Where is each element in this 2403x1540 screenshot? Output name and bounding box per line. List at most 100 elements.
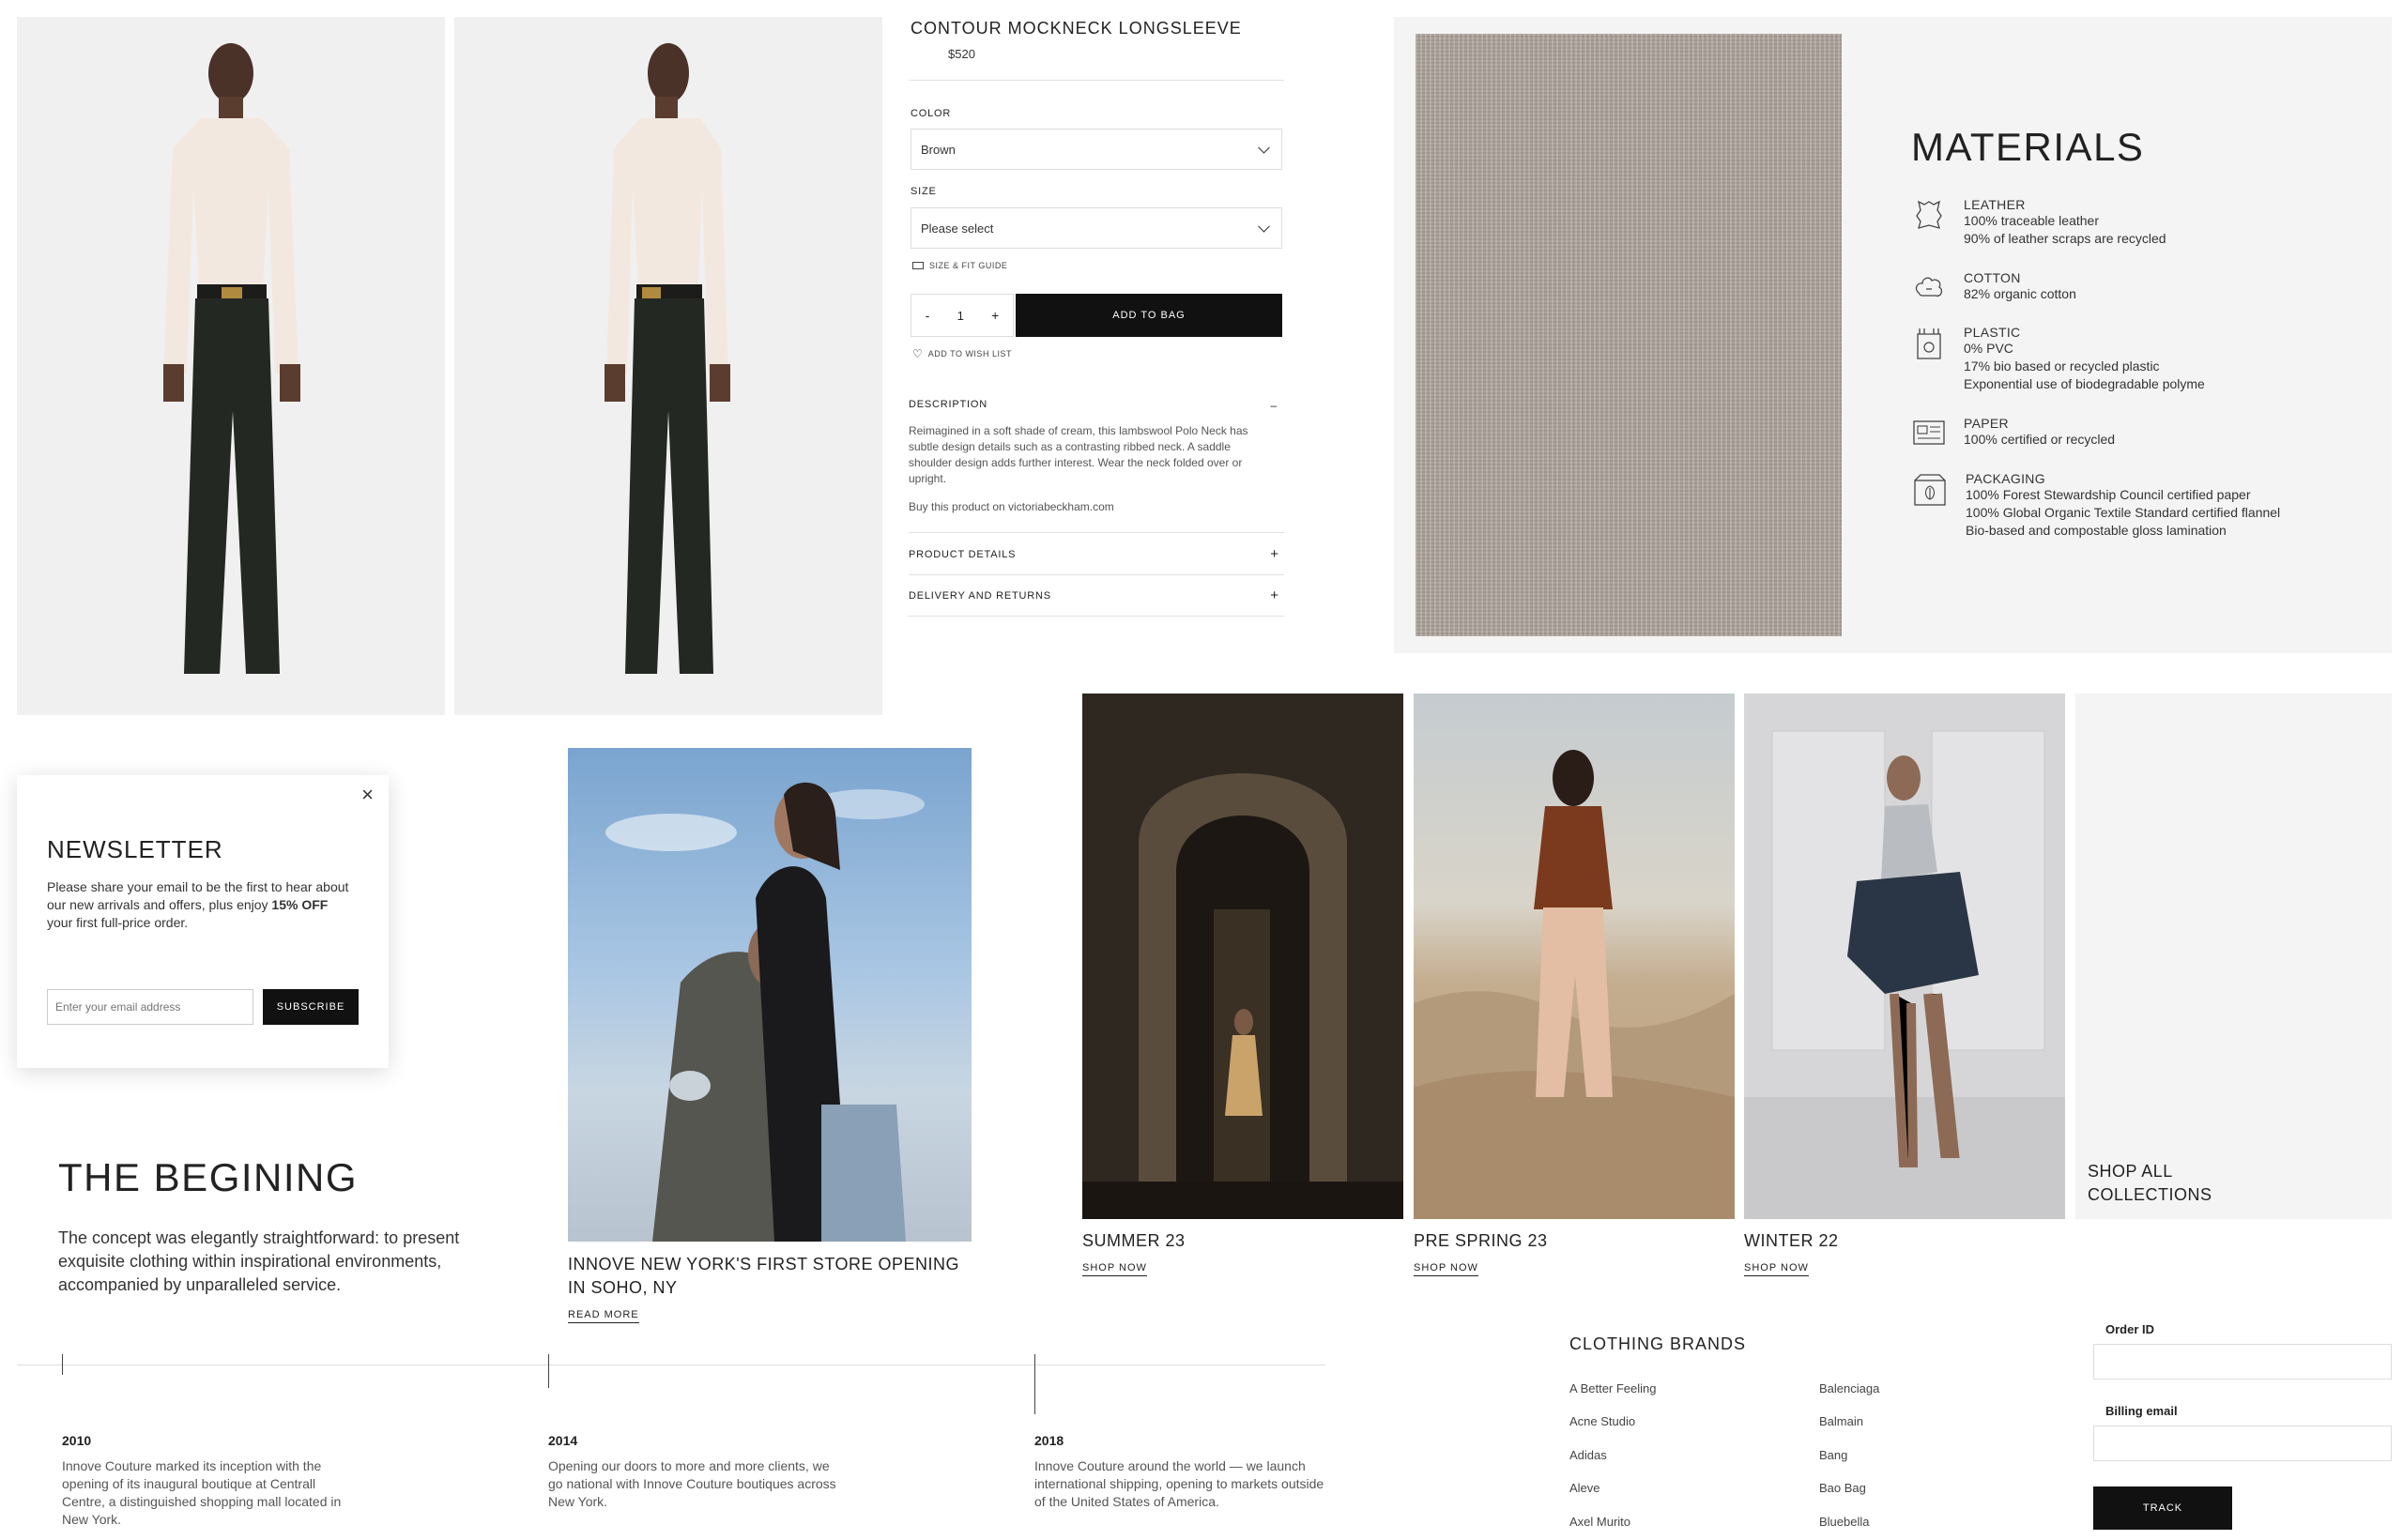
wishlist-link[interactable]: ♡ ADD TO WISH LIST (912, 348, 1012, 359)
qty-value[interactable]: 1 (957, 309, 964, 323)
cotton-icon (1915, 277, 1943, 297)
read-more-link[interactable]: READ MORE (568, 1309, 639, 1323)
divider (909, 574, 1284, 575)
chevron-down-icon (1258, 141, 1270, 154)
collection-title-pre-spring: PRE SPRING 23 (1414, 1231, 1548, 1250)
fabric-swatch-image (1416, 34, 1842, 636)
brand-link[interactable]: Bluebella (1819, 1515, 1870, 1529)
shop-all-collections-link[interactable]: SHOP ALL COLLECTIONS (2088, 1160, 2275, 1207)
shop-now-link-summer[interactable]: SHOP NOW (1082, 1262, 1147, 1276)
color-select[interactable]: Brown (911, 129, 1282, 170)
material-item-plastic: PLASTIC 0% PVC 17% bio based or recycled… (1911, 325, 2205, 393)
material-detail: Bio-based and compostable gloss laminati… (1966, 523, 2227, 538)
model-illustration (163, 43, 300, 674)
size-label: SIZE (911, 186, 937, 197)
plastic-icon (1917, 328, 1941, 359)
qty-increase-button[interactable]: + (991, 308, 999, 323)
collection-image-summer[interactable] (1082, 694, 1403, 1219)
track-button[interactable]: TRACK (2093, 1487, 2232, 1530)
material-detail: Exponential use of biodegradable polyme (1964, 376, 2205, 391)
qty-decrease-button[interactable]: - (926, 308, 930, 323)
materials-title: MATERIALS (1911, 125, 2145, 169)
brand-link[interactable]: Adidas (1569, 1448, 1607, 1462)
material-name: PAPER (1964, 416, 2009, 431)
collection-image-winter[interactable] (1744, 694, 2065, 1219)
paper-icon (1913, 420, 1945, 445)
models-illustration (605, 782, 925, 1242)
feature-image[interactable] (568, 748, 972, 1242)
order-id-label: Order ID (2105, 1322, 2155, 1336)
ruler-icon (912, 262, 924, 269)
billing-email-input[interactable] (2093, 1426, 2392, 1461)
newsletter-email-input[interactable] (47, 989, 253, 1025)
newsletter-popup: × NEWSLETTER Please share your email to … (17, 775, 389, 1068)
material-name: PLASTIC (1964, 325, 2021, 340)
product-details-label: PRODUCT DETAILS (909, 548, 1017, 560)
newsletter-text: Please share your email to be the first … (47, 878, 357, 932)
size-select-value: Please select (921, 221, 994, 236)
collection-title-summer: SUMMER 23 (1082, 1231, 1186, 1250)
color-select-value: Brown (921, 142, 956, 157)
timeline-text: Innove Couture around the world — we lau… (1034, 1458, 1324, 1509)
material-name: PACKAGING (1966, 471, 2045, 486)
newsletter-text-end: your first full-price order. (47, 915, 189, 930)
add-to-bag-button[interactable]: ADD TO BAG (1016, 294, 1282, 337)
leather-icon (1916, 200, 1942, 229)
material-detail: 100% Forest Stewardship Council certifie… (1966, 487, 2251, 502)
delivery-accordion[interactable]: DELIVERY AND RETURNS + (909, 587, 1282, 603)
doorway-illustration (1082, 694, 1403, 1219)
material-detail: 100% certified or recycled (1964, 432, 2116, 447)
quantity-stepper[interactable]: - 1 + (911, 294, 1014, 337)
order-id-input[interactable] (2093, 1344, 2392, 1380)
brand-link[interactable]: Aleve (1569, 1481, 1600, 1495)
timeline-tick (1034, 1354, 1035, 1414)
story-title: THE BEGINING (58, 1155, 359, 1199)
divider (909, 80, 1284, 81)
material-item-leather: LEATHER 100% traceable leather 90% of le… (1911, 197, 2166, 248)
size-guide-link[interactable]: SIZE & FIT GUIDE (912, 261, 1007, 270)
description-text: Reimagined in a soft shade of cream, thi… (909, 424, 1248, 485)
divider (909, 616, 1284, 617)
brand-link[interactable]: Bang (1819, 1448, 1847, 1462)
buy-link[interactable]: Buy this product on victoriabeckham.com (909, 499, 1114, 515)
collection-title-winter: WINTER 22 (1744, 1231, 1839, 1250)
brand-link[interactable]: Balenciaga (1819, 1381, 1879, 1395)
brands-title: CLOTHING BRANDS (1569, 1334, 1747, 1353)
timeline-tick (62, 1354, 63, 1375)
material-detail: 100% traceable leather (1964, 213, 2099, 228)
feature-title[interactable]: INNOVE NEW YORK'S FIRST STORE OPENING IN… (568, 1253, 972, 1300)
product-photo-front[interactable] (17, 17, 445, 715)
runway-illustration (1744, 730, 2065, 1219)
close-icon[interactable]: × (361, 783, 374, 807)
model-illustration (605, 43, 730, 674)
product-details-accordion[interactable]: PRODUCT DETAILS + (909, 546, 1282, 562)
size-guide-label: SIZE & FIT GUIDE (929, 261, 1008, 270)
chevron-down-icon (1258, 220, 1270, 233)
timeline-year: 2014 (548, 1433, 578, 1448)
material-detail: 17% bio based or recycled plastic (1964, 358, 2160, 374)
shop-now-link-pre-spring[interactable]: SHOP NOW (1414, 1262, 1478, 1276)
timeline-text: Opening our doors to more and more clien… (548, 1458, 836, 1509)
divider (909, 532, 1284, 533)
description-header[interactable]: DESCRIPTION – (909, 399, 1282, 412)
material-name: LEATHER (1964, 197, 2026, 212)
brand-link[interactable]: Axel Murito (1569, 1515, 1630, 1529)
brand-link[interactable]: Acne Studio (1569, 1414, 1635, 1428)
collapse-icon: – (1270, 399, 1277, 412)
product-photo-side[interactable] (454, 17, 882, 715)
collection-image-pre-spring[interactable] (1414, 694, 1735, 1219)
color-label: COLOR (911, 108, 952, 119)
material-detail: 90% of leather scraps are recycled (1964, 231, 2166, 246)
packaging-icon (1914, 474, 1946, 506)
shop-now-link-winter[interactable]: SHOP NOW (1744, 1262, 1809, 1276)
brand-link[interactable]: A Better Feeling (1569, 1381, 1657, 1395)
timeline-year: 2010 (62, 1433, 92, 1448)
subscribe-button[interactable]: SUBSCRIBE (263, 989, 359, 1025)
shop-all-panel[interactable] (2075, 694, 2392, 1219)
product-price: $520 (948, 47, 975, 61)
brand-link[interactable]: Balmain (1819, 1414, 1863, 1428)
size-select[interactable]: Please select (911, 207, 1282, 249)
plus-icon: + (1270, 546, 1278, 562)
brand-link[interactable]: Bao Bag (1819, 1481, 1866, 1495)
timeline-year: 2018 (1034, 1433, 1064, 1448)
